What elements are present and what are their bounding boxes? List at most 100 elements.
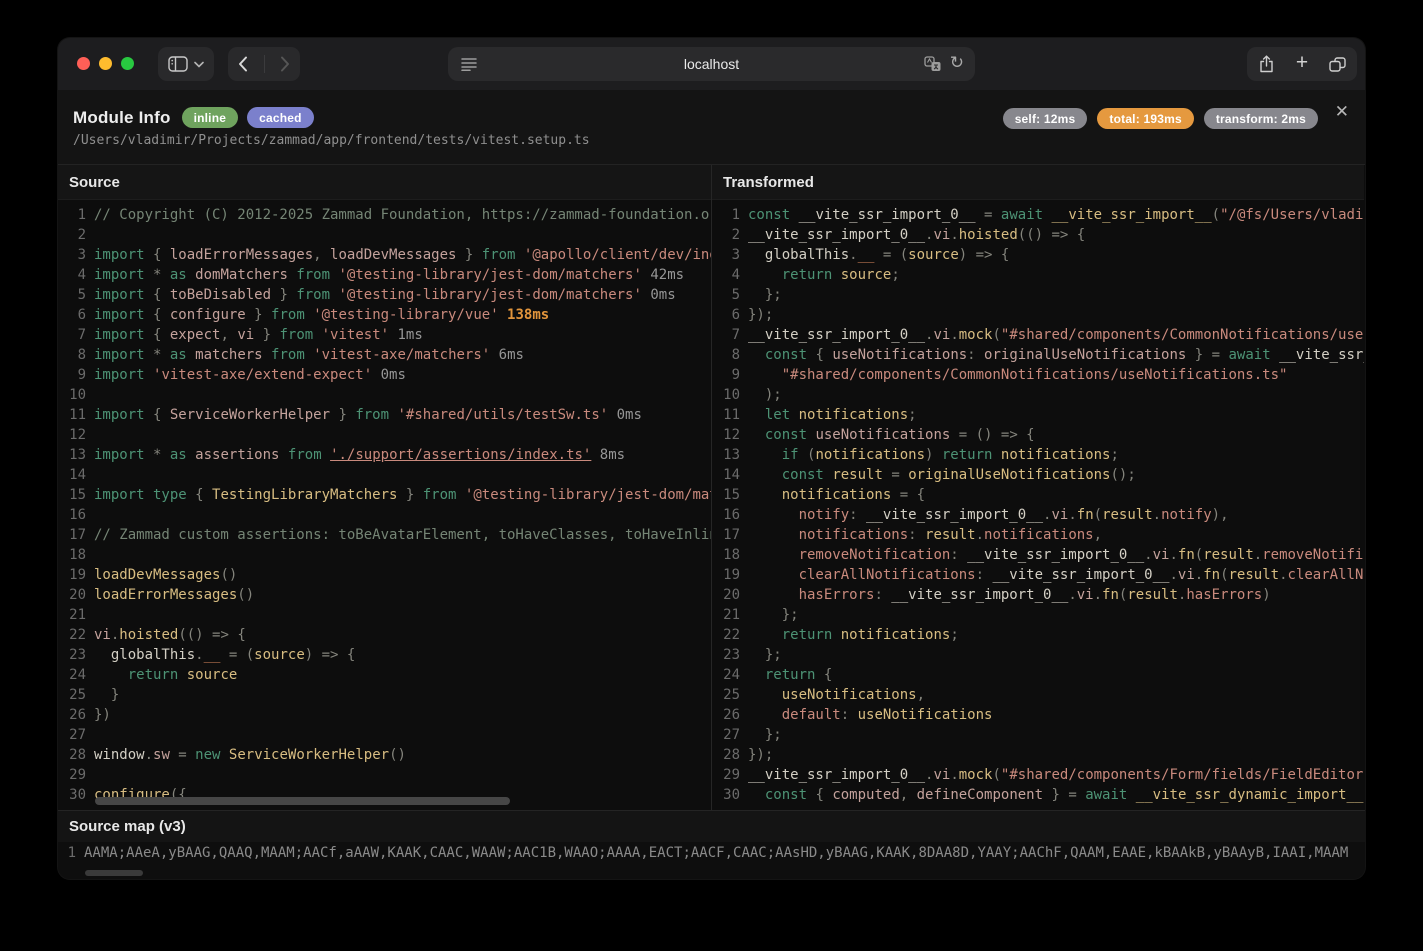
code-line: 16 notify: __vite_ssr_import_0__.vi.fn(r… — [712, 505, 1364, 525]
file-path: /Users/vladimir/Projects/zammad/app/fron… — [73, 133, 590, 148]
traffic-light-close[interactable] — [77, 57, 90, 70]
code-line: 29 — [58, 765, 711, 785]
line-number: 23 — [723, 647, 740, 663]
source-map-section: Source map (v3) 1 AAMA;AAeA,yBAAG,QAAQ,M… — [58, 810, 1365, 879]
sidebar-icon — [168, 56, 188, 72]
code-line: 21 — [58, 605, 711, 625]
line-number: 6 — [77, 307, 86, 323]
line-number: 8 — [77, 347, 86, 363]
line-number: 26 — [723, 707, 740, 723]
code-line: 4 return source; — [712, 265, 1364, 285]
tab-overview-button[interactable] — [1322, 48, 1354, 80]
reload-icon[interactable]: ↻ — [950, 54, 964, 71]
navigation-buttons — [228, 47, 300, 81]
code-line: 23 }; — [712, 645, 1364, 665]
divider — [263, 55, 265, 73]
line-number: 8 — [731, 347, 740, 363]
toolbar-right-buttons: + — [1247, 47, 1357, 81]
line-number: 18 — [69, 547, 86, 563]
line-number: 7 — [77, 327, 86, 343]
badge-inline: inline — [181, 107, 239, 128]
line-number: 23 — [69, 647, 86, 663]
line-number: 1 — [731, 207, 740, 223]
code-line: 29 __vite_ssr_import_0__.vi.mock("#shared… — [712, 765, 1364, 785]
line-number: 22 — [69, 627, 86, 643]
line-number: 17 — [723, 527, 740, 543]
import-path-link[interactable]: './support/assertions/index.ts' — [330, 447, 591, 463]
source-map-line: 1 AAMA;AAeA,yBAAG,QAAQ,MAAM;AACf,aAAW,KA… — [58, 842, 1365, 864]
code-line: 6 import { configure } from '@testing-lib… — [58, 305, 711, 325]
line-number: 28 — [69, 747, 86, 763]
back-button[interactable] — [228, 48, 258, 80]
code-line: 21 }; — [712, 605, 1364, 625]
line-number: 10 — [723, 387, 740, 403]
line-number: 19 — [723, 567, 740, 583]
page-title: Module Info — [73, 107, 171, 127]
code-line: 18 removeNotification: __vite_ssr_import… — [712, 545, 1364, 565]
line-number: 21 — [69, 607, 86, 623]
line-number: 24 — [69, 667, 86, 683]
timing-badges: self: 12ms total: 193ms transform: 2ms — [1002, 108, 1318, 129]
code-line: 9 "#shared/components/CommonNotification… — [712, 365, 1364, 385]
line-number: 11 — [723, 407, 740, 423]
code-line: 26 default: useNotifications — [712, 705, 1364, 725]
forward-button[interactable] — [270, 48, 300, 80]
line-number: 11 — [69, 407, 86, 423]
line-number: 16 — [69, 507, 86, 523]
share-button[interactable] — [1251, 48, 1283, 80]
line-number: 29 — [69, 767, 86, 783]
translate-icon[interactable] — [924, 55, 941, 72]
code-line: 13 import * as assertions from './support… — [58, 445, 711, 465]
line-number: 28 — [723, 747, 740, 763]
share-icon — [1260, 55, 1273, 73]
line-number: 15 — [723, 487, 740, 503]
code-line: 24 return { — [712, 665, 1364, 685]
code-line: 19 loadDevMessages() — [58, 565, 711, 585]
browser-window: localhost ↻ + Module Info inline cached … — [58, 38, 1365, 879]
line-number: 4 — [77, 267, 86, 283]
horizontal-scrollbar-thumb[interactable] — [95, 797, 510, 805]
code-line: 18 — [58, 545, 711, 565]
line-number: 4 — [731, 267, 740, 283]
code-panels: Source 1// Copyright (C) 2012-2025 Zamma… — [58, 165, 1365, 810]
traffic-light-minimize[interactable] — [99, 57, 112, 70]
code-line: 7 __vite_ssr_import_0__.vi.mock("#shared/… — [712, 325, 1364, 345]
line-number: 13 — [723, 447, 740, 463]
code-line: 17// Zammad custom assertions: toBeAvata… — [58, 525, 711, 545]
code-line: 27 }; — [712, 725, 1364, 745]
timing-badge-total: total: 193ms — [1097, 108, 1194, 129]
line-number: 20 — [69, 587, 86, 603]
line-number: 7 — [731, 327, 740, 343]
line-number: 12 — [723, 427, 740, 443]
line-number: 15 — [69, 487, 86, 503]
code-line: 15 import type { TestingLibraryMatchers }… — [58, 485, 711, 505]
code-line: 24 return source — [58, 665, 711, 685]
code-line: 11 let notifications; — [712, 405, 1364, 425]
badge-cached: cached — [247, 107, 314, 128]
address-bar[interactable]: localhost ↻ — [448, 47, 975, 81]
code-line: 20 hasErrors: __vite_ssr_import_0__.vi.f… — [712, 585, 1364, 605]
close-button[interactable]: ✕ — [1335, 103, 1349, 120]
new-tab-button[interactable]: + — [1286, 47, 1318, 79]
traffic-light-zoom[interactable] — [121, 57, 134, 70]
sidebar-toggle-button[interactable] — [158, 47, 214, 81]
code-line: 8 const { useNotifications: originalUseN… — [712, 345, 1364, 365]
code-line: 16 — [58, 505, 711, 525]
line-number: 16 — [723, 507, 740, 523]
line-number: 29 — [723, 767, 740, 783]
module-info-header: Module Info inline cached self: 12ms total… — [58, 90, 1365, 165]
code-line: 19 clearAllNotifications: __vite_ssr_imp… — [712, 565, 1364, 585]
line-number: 10 — [69, 387, 86, 403]
line-number: 25 — [723, 687, 740, 703]
line-number: 3 — [77, 247, 86, 263]
horizontal-scrollbar-thumb[interactable] — [85, 870, 143, 876]
source-panel-title: Source — [58, 165, 711, 200]
line-number: 17 — [69, 527, 86, 543]
code-line: 10 ); — [712, 385, 1364, 405]
module-badges: inline cached — [181, 107, 314, 128]
line-number: 2 — [731, 227, 740, 243]
line-number: 13 — [69, 447, 86, 463]
line-number: 20 — [723, 587, 740, 603]
code-line: 13 if (notifications) return notificatio… — [712, 445, 1364, 465]
line-number: 30 — [723, 787, 740, 803]
